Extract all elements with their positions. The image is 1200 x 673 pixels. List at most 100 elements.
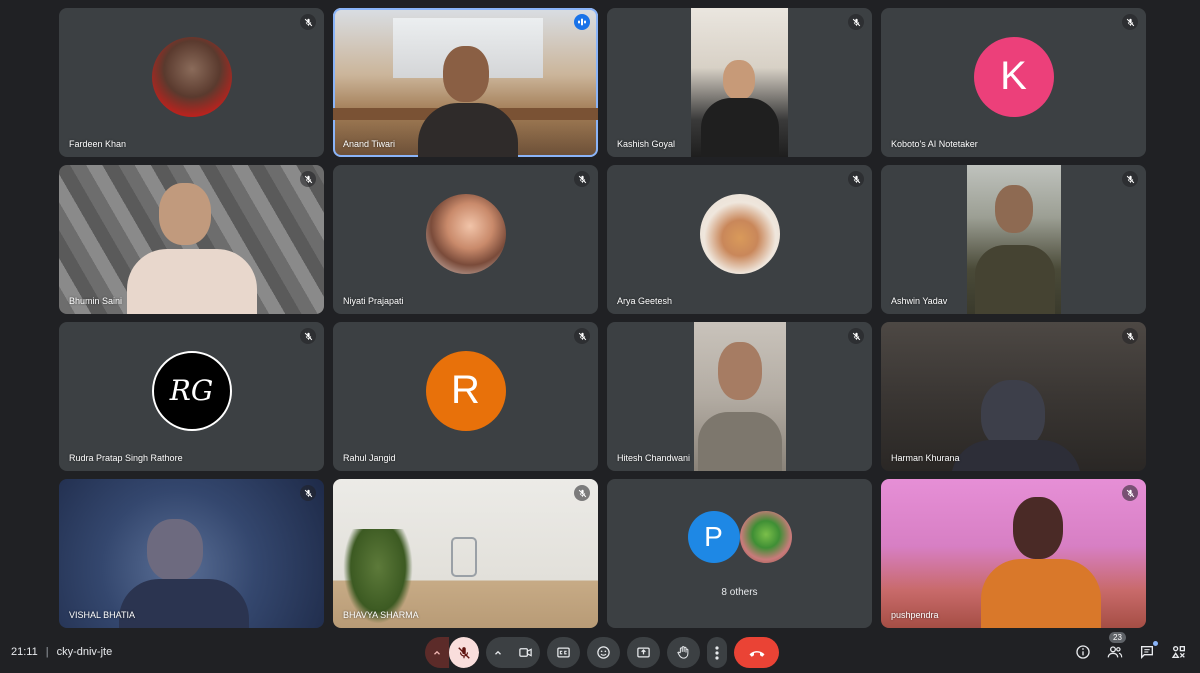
info-icon bbox=[1076, 645, 1090, 659]
chevron-up-icon bbox=[434, 650, 440, 655]
mic-off-icon bbox=[1122, 328, 1138, 344]
person-face bbox=[159, 183, 211, 245]
mic-off-icon bbox=[848, 14, 864, 30]
participant-tile[interactable]: Ashwin Yadav bbox=[881, 165, 1146, 314]
person-body bbox=[951, 440, 1081, 471]
participant-tile[interactable]: Niyati Prajapati bbox=[333, 165, 598, 314]
mic-off-icon bbox=[1122, 14, 1138, 30]
mic-off-icon bbox=[300, 328, 316, 344]
participant-name: BHAVYA SHARMA bbox=[343, 610, 419, 620]
participant-avatar bbox=[151, 36, 232, 117]
participant-avatar bbox=[699, 193, 780, 274]
meeting-info: 21:11 | cky-dniv-jte bbox=[11, 646, 112, 658]
participant-grid: Fardeen Khan Anand Tiwari Kashish Goyal … bbox=[59, 8, 1146, 628]
logo-mark: RG bbox=[169, 374, 214, 407]
participant-tile[interactable]: BHAVYA SHARMA bbox=[333, 479, 598, 628]
others-count-label: 8 others bbox=[721, 587, 758, 598]
participant-name: Bhumin Saini bbox=[69, 296, 123, 306]
others-avatars: P bbox=[687, 511, 792, 563]
present-button[interactable] bbox=[627, 637, 660, 668]
participant-tile[interactable]: K Koboto's AI Notetaker bbox=[881, 8, 1146, 157]
participant-tile[interactable]: Arya Geetesh bbox=[607, 165, 872, 314]
participant-name: pushpendra bbox=[891, 610, 939, 620]
person-body bbox=[127, 249, 257, 314]
participant-name: Rahul Jangid bbox=[343, 453, 396, 463]
mic-options-button[interactable] bbox=[425, 637, 449, 668]
mic-off-icon bbox=[574, 485, 590, 501]
people-icon bbox=[1107, 646, 1123, 658]
participant-name: VISHAL BHATIA bbox=[69, 610, 136, 620]
closed-caption-icon bbox=[557, 647, 570, 658]
person-face bbox=[1013, 497, 1063, 559]
mic-off-icon bbox=[574, 171, 590, 187]
divider: | bbox=[45, 646, 49, 658]
participant-name: Koboto's AI Notetaker bbox=[891, 139, 978, 149]
others-tile[interactable]: P 8 others bbox=[607, 479, 872, 628]
activities-icon bbox=[1171, 646, 1185, 658]
participant-tile[interactable]: Harman Khurana bbox=[881, 322, 1146, 471]
meeting-details-button[interactable] bbox=[1072, 641, 1094, 663]
participant-tile[interactable]: pushpendra bbox=[881, 479, 1146, 628]
participant-tile[interactable]: R Rahul Jangid bbox=[333, 322, 598, 471]
video-feed bbox=[691, 8, 788, 157]
participant-name: Rudra Pratap Singh Rathore bbox=[69, 453, 183, 463]
person-body bbox=[119, 579, 249, 628]
audio-bars-icon bbox=[574, 14, 590, 30]
participant-name: Arya Geetesh bbox=[617, 296, 673, 306]
person-body bbox=[981, 559, 1101, 628]
participant-tile[interactable]: Bhumin Saini bbox=[59, 165, 324, 314]
camera-toggle-button[interactable] bbox=[510, 637, 540, 668]
mic-off-icon bbox=[848, 328, 864, 344]
participant-tile[interactable]: VISHAL BHATIA bbox=[59, 479, 324, 628]
side-panel-buttons: 23 bbox=[1072, 632, 1190, 663]
chat-button[interactable] bbox=[1136, 641, 1158, 663]
participant-tile[interactable]: RG Rudra Pratap Singh Rathore bbox=[59, 322, 324, 471]
videocam-icon bbox=[518, 648, 532, 657]
raise-hand-icon bbox=[677, 646, 689, 659]
people-button[interactable]: 23 bbox=[1104, 632, 1126, 663]
video-feed bbox=[967, 165, 1061, 314]
call-end-icon bbox=[749, 650, 764, 657]
camera-control bbox=[486, 637, 540, 668]
call-controls bbox=[425, 637, 779, 668]
mic-toggle-button[interactable] bbox=[449, 637, 479, 668]
emoji-icon bbox=[597, 646, 610, 659]
person-body bbox=[418, 103, 518, 157]
mic-off-icon bbox=[300, 485, 316, 501]
person-face bbox=[443, 46, 489, 102]
chevron-up-icon bbox=[495, 650, 501, 655]
mic-off-icon bbox=[300, 14, 316, 30]
participant-avatar bbox=[739, 511, 792, 563]
participant-avatar: P bbox=[687, 511, 740, 563]
participant-name: Niyati Prajapati bbox=[343, 296, 404, 306]
participant-avatar: RG bbox=[151, 350, 232, 431]
participant-tile[interactable]: Anand Tiwari bbox=[333, 8, 598, 157]
leave-call-button[interactable] bbox=[734, 637, 779, 668]
captions-button[interactable] bbox=[547, 637, 580, 668]
participant-name: Fardeen Khan bbox=[69, 139, 127, 149]
participant-tile[interactable]: Fardeen Khan bbox=[59, 8, 324, 157]
activities-button[interactable] bbox=[1168, 641, 1190, 663]
mic-off-icon bbox=[574, 328, 590, 344]
mic-control bbox=[425, 637, 479, 668]
phone-outline bbox=[451, 537, 477, 577]
raise-hand-button[interactable] bbox=[667, 637, 700, 668]
more-vert-icon bbox=[715, 645, 719, 660]
mic-off-icon bbox=[458, 646, 470, 659]
participant-count-badge: 23 bbox=[1109, 632, 1126, 643]
present-screen-icon bbox=[637, 647, 650, 658]
person-face bbox=[147, 519, 203, 581]
chat-icon bbox=[1141, 646, 1153, 659]
mic-off-icon bbox=[1122, 485, 1138, 501]
participant-tile[interactable]: Kashish Goyal bbox=[607, 8, 872, 157]
participant-avatar bbox=[425, 193, 506, 274]
participant-tile[interactable]: Hitesh Chandwani bbox=[607, 322, 872, 471]
camera-options-button[interactable] bbox=[486, 637, 510, 668]
emoji-button[interactable] bbox=[587, 637, 620, 668]
participant-avatar: R bbox=[425, 350, 506, 431]
participant-name: Ashwin Yadav bbox=[891, 296, 948, 306]
clock: 21:11 bbox=[11, 646, 38, 658]
more-options-button[interactable] bbox=[707, 637, 727, 668]
participant-name: Hitesh Chandwani bbox=[617, 453, 691, 463]
participant-avatar: K bbox=[973, 36, 1054, 117]
